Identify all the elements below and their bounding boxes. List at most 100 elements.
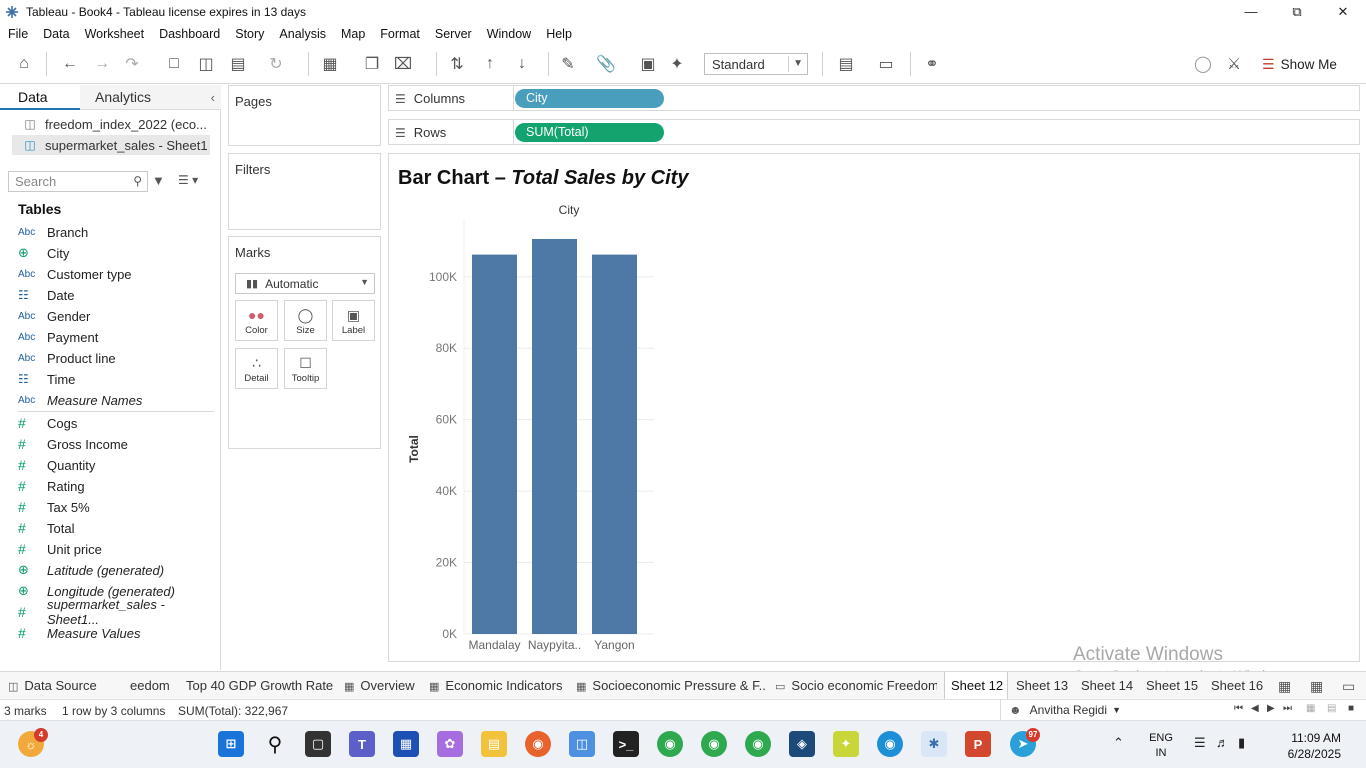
tab-sheet-15[interactable]: Sheet 15: [1146, 672, 1202, 699]
prev-sheet-icon[interactable]: ◀: [1251, 703, 1259, 714]
pause-updates-icon[interactable]: ▤: [228, 54, 248, 74]
tool-icon[interactable]: ✦: [833, 731, 859, 757]
field-branch[interactable]: Abc Branch: [18, 222, 218, 242]
tableau-taskbar-icon[interactable]: ✱: [921, 731, 947, 757]
view-options-icon[interactable]: ☰ ▾: [178, 173, 198, 187]
volume-icon[interactable]: ♬: [1216, 735, 1229, 750]
clear-sheet-icon[interactable]: ⌧: [393, 54, 413, 74]
home-icon[interactable]: ⌂: [14, 54, 34, 74]
clock[interactable]: 11:09 AM 6/28/2025: [1266, 730, 1341, 762]
columns-shelf[interactable]: ☰ Columns City: [388, 85, 1360, 111]
show-cards-icon[interactable]: ▤: [836, 54, 856, 74]
undo-icon[interactable]: ←: [60, 54, 80, 74]
menu-file[interactable]: File: [8, 27, 28, 41]
menu-server[interactable]: Server: [435, 27, 472, 41]
field-product-line[interactable]: Abc Product line: [18, 348, 218, 368]
datasource-freedom-index[interactable]: ◫ freedom_index_2022 (eco...: [12, 114, 210, 134]
sort-ascending-icon[interactable]: ↑: [480, 54, 500, 74]
menu-format[interactable]: Format: [380, 27, 420, 41]
firefox-icon[interactable]: ◉: [525, 731, 551, 757]
weather-widget-icon[interactable]: ☼ 4: [18, 728, 48, 757]
viz-canvas[interactable]: 0K 20K 40K 60K 80K 100K Total City Mandalay Naypy…: [388, 153, 1360, 662]
show-filmstrip-icon[interactable]: ▤: [1327, 703, 1336, 714]
field-latitude-generated[interactable]: ⊕ Latitude (generated): [18, 560, 218, 580]
sum-total-pill[interactable]: SUM(Total): [515, 123, 664, 142]
show-tabs-icon[interactable]: ■: [1348, 703, 1354, 714]
filters-card[interactable]: Filters: [228, 153, 381, 230]
label-button[interactable]: ▣ Label: [332, 300, 375, 341]
chrome-icon[interactable]: ◉: [657, 731, 683, 757]
tab-data-source[interactable]: ◫ Data Source: [8, 672, 123, 699]
language-indicator[interactable]: ENG IN: [1146, 731, 1176, 761]
field-gender[interactable]: Abc Gender: [18, 306, 218, 326]
bar-chart[interactable]: 0K 20K 40K 60K 80K 100K Total City Mandalay Naypy…: [389, 154, 1359, 661]
format-painter-icon[interactable]: ⚔: [1224, 54, 1244, 74]
mark-type-dropdown[interactable]: ▮▮ Automatic ▼: [235, 273, 375, 294]
pages-card[interactable]: Pages: [228, 85, 381, 146]
highlight-icon[interactable]: ✎: [558, 54, 578, 74]
minimize-button[interactable]: —: [1228, 0, 1274, 23]
replay-icon[interactable]: ↷: [122, 54, 142, 74]
new-worksheet-icon[interactable]: ▦: [1278, 678, 1291, 695]
teams-icon[interactable]: T: [349, 731, 375, 757]
field-measure-values[interactable]: # Measure Values: [18, 623, 218, 643]
presentation-mode-icon[interactable]: ▭: [876, 54, 896, 74]
menu-data[interactable]: Data: [43, 27, 69, 41]
edge-icon[interactable]: ◉: [877, 731, 903, 757]
wifi-icon[interactable]: ☰: [1194, 735, 1206, 751]
telegram-icon[interactable]: ➤ 97: [1010, 728, 1040, 757]
task-view-icon[interactable]: ▢: [305, 731, 331, 757]
file-explorer-icon[interactable]: ▤: [481, 731, 507, 757]
menu-window[interactable]: Window: [487, 27, 531, 41]
chrome-profile-2-icon[interactable]: ◉: [745, 731, 771, 757]
mysql-workbench-icon[interactable]: ◈: [789, 731, 815, 757]
group-members-icon[interactable]: 📎: [596, 54, 616, 74]
field-unit-price[interactable]: # Unit price: [18, 539, 218, 559]
show-me-button[interactable]: ☰ Show Me: [1262, 54, 1337, 74]
size-button[interactable]: ◯ Size: [284, 300, 327, 341]
first-sheet-icon[interactable]: ⏮: [1234, 703, 1243, 714]
bar-naypyita[interactable]: [532, 239, 577, 634]
tab-sheet-14[interactable]: Sheet 14: [1081, 672, 1137, 699]
field-total[interactable]: # Total: [18, 518, 218, 538]
tab-sheet-13[interactable]: Sheet 13: [1016, 672, 1072, 699]
copilot-icon[interactable]: ✿: [437, 731, 463, 757]
detail-button[interactable]: ∴ Detail: [235, 348, 278, 389]
explain-data-icon[interactable]: ◯: [1193, 54, 1213, 74]
store-icon[interactable]: ▦: [393, 731, 419, 757]
tab-socioeconomic-pressure[interactable]: ▦ Socioeconomic Pressure & F...: [576, 672, 766, 699]
tab-economic-indicators[interactable]: ▦ Economic Indicators: [429, 672, 569, 699]
menu-analysis[interactable]: Analysis: [279, 27, 326, 41]
filter-icon[interactable]: ▼: [152, 173, 165, 188]
terminal-icon[interactable]: >_: [613, 731, 639, 757]
show-sheet-sorter-icon[interactable]: ▦: [1306, 703, 1315, 714]
close-button[interactable]: ✕: [1320, 0, 1366, 23]
field-time[interactable]: ☷ Time: [18, 369, 218, 389]
field-gross-income[interactable]: # Gross Income: [18, 434, 218, 454]
tab-sheet-16[interactable]: Sheet 16: [1211, 672, 1267, 699]
menu-story[interactable]: Story: [235, 27, 264, 41]
menu-help[interactable]: Help: [546, 27, 572, 41]
duplicate-sheet-icon[interactable]: ❐: [362, 54, 382, 74]
sort-descending-icon[interactable]: ↓: [512, 54, 532, 74]
next-sheet-icon[interactable]: ▶: [1267, 703, 1275, 714]
tab-sheet-12[interactable]: Sheet 12: [944, 672, 1008, 699]
bar-mandalay[interactable]: [472, 254, 517, 634]
user-menu[interactable]: ☻ Anvitha Regidi ▼: [1000, 700, 1127, 720]
field-quantity[interactable]: # Quantity: [18, 455, 218, 475]
new-datasource-icon[interactable]: ◫: [196, 54, 216, 74]
menu-worksheet[interactable]: Worksheet: [85, 27, 145, 41]
share-icon[interactable]: ⚭: [922, 54, 942, 74]
datasource-supermarket-sales[interactable]: ◫ supermarket_sales - Sheet1: [12, 135, 210, 155]
field-customer-type[interactable]: Abc Customer type: [18, 264, 218, 284]
search-input[interactable]: Search ⚲: [8, 171, 148, 192]
color-button[interactable]: ●● Color: [235, 300, 278, 341]
new-worksheet-icon[interactable]: ▦: [320, 54, 340, 74]
city-pill[interactable]: City: [515, 89, 664, 108]
bar-yangon[interactable]: [592, 254, 637, 634]
tab-freedom[interactable]: eedom: [130, 672, 174, 699]
start-button[interactable]: ⊞: [218, 731, 244, 757]
restore-button[interactable]: ⧉: [1274, 0, 1320, 23]
field-rating[interactable]: # Rating: [18, 476, 218, 496]
new-story-icon[interactable]: ▭: [1342, 678, 1355, 695]
